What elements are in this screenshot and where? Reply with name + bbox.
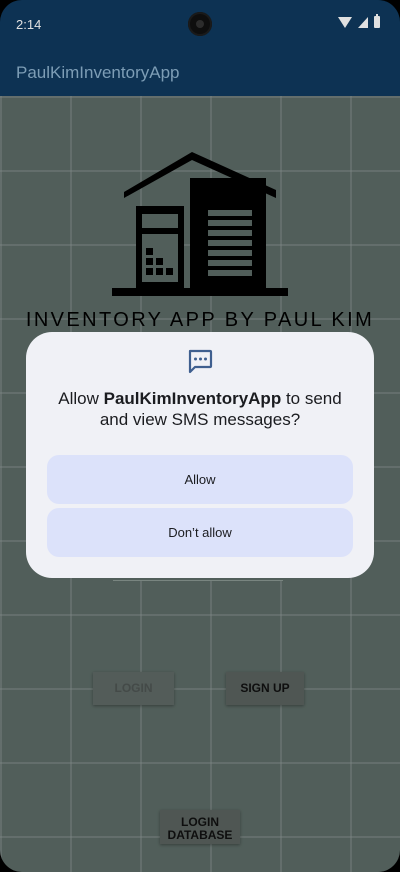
permission-message: Allow PaulKimInventoryApp to send and vi… [58,389,342,429]
app-name: PaulKimInventoryApp [103,389,282,408]
allow-button[interactable]: Allow [47,455,353,504]
phone-screen: 2:14 PaulKimInventoryApp INVENTORY APP B… [0,0,400,872]
dont-allow-button[interactable]: Don’t allow [47,508,353,557]
sms-icon [188,349,213,374]
permission-dialog: Allow PaulKimInventoryApp to send and vi… [26,332,374,578]
